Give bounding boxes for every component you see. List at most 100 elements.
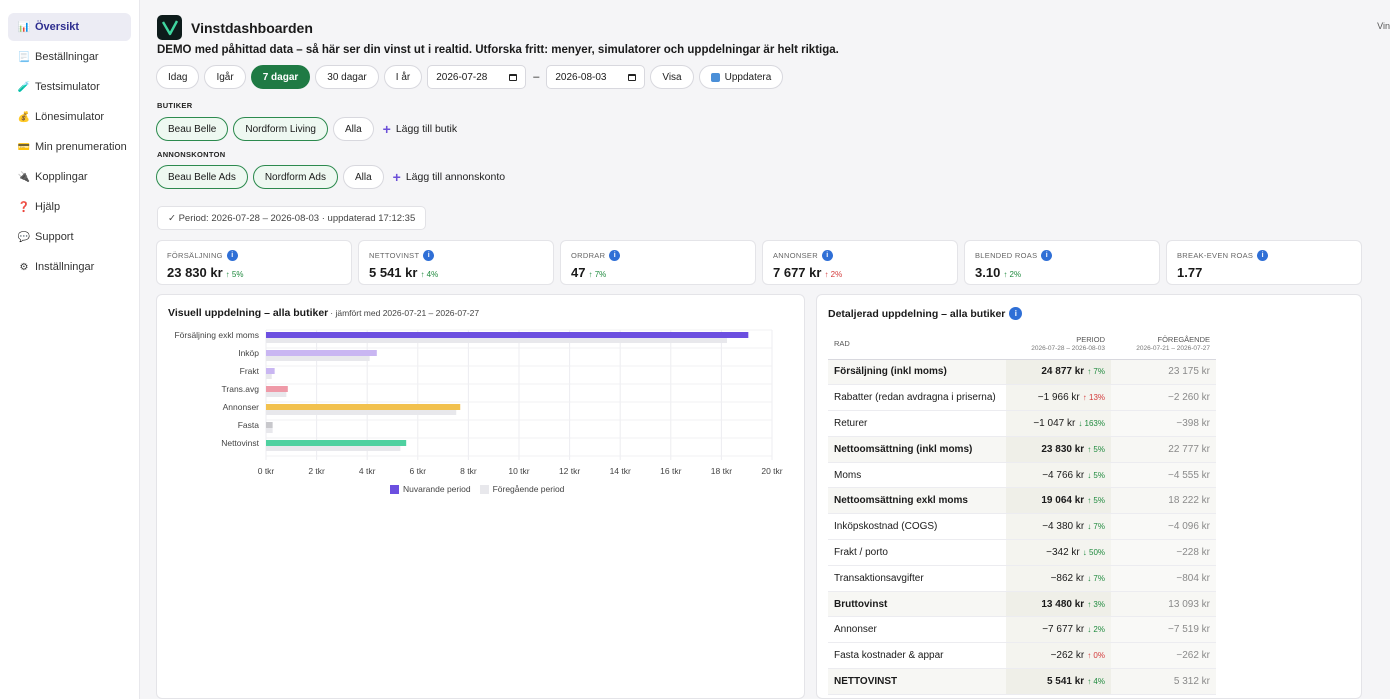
sidebar-item-installningar[interactable]: ⚙ Inställningar bbox=[8, 253, 131, 281]
chart-title: Visuell uppdelning – alla butiker bbox=[168, 307, 329, 319]
range-button-7-dagar[interactable]: 7 dagar bbox=[250, 65, 311, 89]
add-store-label: Lägg till butik bbox=[395, 123, 458, 135]
kpi-label-text: NETTOVINST bbox=[369, 251, 420, 260]
kpi-delta: ↑ 4% bbox=[420, 270, 439, 279]
kpi-label-text: BLENDED ROAS bbox=[975, 251, 1038, 260]
table-row: Returer −1 047 kr ↓ 163% −398 kr bbox=[828, 410, 1216, 437]
sidebar-item-min-prenumeration[interactable]: 💳 Min prenumeration bbox=[8, 133, 131, 161]
table-row: Nettoomsättning (inkl moms) 23 830 kr ↑ 5%… bbox=[828, 436, 1216, 463]
range-button-30-dagar[interactable]: 30 dagar bbox=[315, 65, 379, 89]
info-icon[interactable]: i bbox=[226, 250, 238, 261]
table-row: NETTOVINST 5 541 kr ↑ 4% 5 312 kr bbox=[828, 668, 1216, 695]
row-label: Frakt / porto bbox=[828, 539, 1006, 566]
info-icon[interactable]: i bbox=[609, 250, 621, 261]
bar-previous-frakt bbox=[266, 374, 272, 379]
row-delta: ↑ 5% bbox=[1087, 444, 1105, 454]
add-ad-account-label: Lägg till annonskonto bbox=[405, 171, 506, 183]
sidebar-item-support[interactable]: 💬 Support bbox=[8, 223, 131, 251]
col-header-period: PERIOD 2026-07-28 – 2026-08-03 bbox=[1006, 329, 1111, 360]
sidebar-item-oversikt[interactable]: 📊 Översikt bbox=[8, 13, 131, 41]
row-period-value: 5 541 kr ↑ 4% bbox=[1006, 668, 1111, 695]
col-period-label: PERIOD bbox=[1076, 335, 1105, 345]
y-category-label: Fasta bbox=[238, 420, 260, 430]
bar-current-annonser bbox=[266, 404, 461, 410]
row-label: Nettoomsättning exkl moms bbox=[828, 487, 1006, 515]
add-ad-account-button[interactable]: + Lägg till annonskonto bbox=[393, 169, 505, 185]
refresh-button[interactable]: Uppdatera bbox=[698, 65, 784, 89]
col-prev-label: FÖREGÅENDE bbox=[1157, 335, 1210, 345]
row-period-value: −4 766 kr ↓ 5% bbox=[1006, 462, 1111, 489]
page-title: Vinstdashboarden bbox=[191, 19, 313, 36]
store-all-chip[interactable]: Alla bbox=[332, 117, 374, 141]
row-delta: ↑ 5% bbox=[1087, 496, 1105, 506]
kpi-label-text: BREAK-EVEN ROAS bbox=[1177, 251, 1254, 260]
store-chip-nordform-living[interactable]: Nordform Living bbox=[233, 117, 328, 141]
range-button-idag[interactable]: Idag bbox=[156, 65, 200, 89]
ad-account-chip-nordform-ads[interactable]: Nordform Ads bbox=[252, 165, 338, 189]
y-category-label: Inköp bbox=[238, 348, 259, 358]
table-row: Försäljning (inkl moms) 24 877 kr ↑ 7% 23 1… bbox=[828, 359, 1216, 386]
sidebar-item-kopplingar[interactable]: 🔌 Kopplingar bbox=[8, 163, 131, 191]
legend-swatch-previous bbox=[479, 484, 489, 494]
range-button-i-ar[interactable]: I år bbox=[383, 65, 423, 89]
calendar-icon[interactable] bbox=[628, 73, 637, 81]
row-period-amount: 19 064 kr bbox=[1041, 495, 1085, 507]
row-period-amount: −1 966 kr bbox=[1037, 392, 1080, 404]
row-previous-value: 23 175 kr bbox=[1111, 359, 1216, 386]
info-icon[interactable]: i bbox=[1257, 250, 1269, 261]
row-label: Fasta kostnader & appar bbox=[828, 642, 1006, 670]
col-period-range: 2026-07-28 – 2026-08-03 bbox=[1031, 345, 1105, 353]
kpi-value-text: 5 541 kr bbox=[369, 265, 418, 280]
x-tick-label: 4 tkr bbox=[359, 466, 376, 476]
x-tick-label: 8 tkr bbox=[460, 466, 477, 476]
sidebar-item-testsimulator[interactable]: 🧪 Testsimulator bbox=[8, 73, 131, 101]
kpi-label: BLENDED ROAS i bbox=[975, 250, 1149, 261]
sidebar-item-lonesimulator[interactable]: 💰 Lönesimulator bbox=[8, 103, 131, 131]
topright-truncated-text: Vin bbox=[1377, 21, 1390, 31]
bar-current-trans-avg bbox=[266, 386, 288, 392]
range-button-igar[interactable]: Igår bbox=[204, 65, 246, 89]
info-icon[interactable]: i bbox=[821, 250, 833, 261]
ad-account-all-chip[interactable]: Alla bbox=[342, 165, 384, 189]
date-range-separator: – bbox=[533, 71, 540, 83]
testsimulator-icon: 🧪 bbox=[17, 81, 31, 93]
kpi-break-even-roas: BREAK-EVEN ROAS i 1.77 bbox=[1166, 240, 1362, 285]
support-icon: 💬 bbox=[17, 231, 31, 243]
row-previous-value: −7 519 kr bbox=[1111, 616, 1216, 644]
date-from-input[interactable]: 2026-07-28 bbox=[427, 65, 527, 89]
bar-previous-annonser bbox=[266, 410, 457, 415]
row-period-amount: −7 677 kr bbox=[1042, 624, 1085, 636]
row-period-value: −862 kr ↓ 7% bbox=[1006, 565, 1111, 592]
sidebar-item-label: Hjälp bbox=[35, 201, 61, 213]
row-previous-value: −398 kr bbox=[1111, 410, 1216, 437]
row-period-value: −1 047 kr ↓ 163% bbox=[1006, 410, 1111, 437]
sidebar-item-label: Kopplingar bbox=[35, 171, 88, 183]
row-previous-value: 5 312 kr bbox=[1111, 668, 1216, 695]
kpi-label: NETTOVINST i bbox=[369, 250, 543, 261]
col-prev-range: 2026-07-21 – 2026-07-27 bbox=[1136, 345, 1210, 353]
store-chip-beau-belle[interactable]: Beau Belle bbox=[156, 117, 229, 141]
sidebar-item-bestallningar[interactable]: 📃 Beställningar bbox=[8, 43, 131, 71]
x-tick-label: 16 tkr bbox=[660, 466, 681, 476]
row-label: Rabatter (redan avdragna i priserna) bbox=[828, 384, 1006, 412]
bar-previous-forsaljning-exkl-moms bbox=[266, 338, 728, 343]
row-period-value: 13 480 kr ↑ 3% bbox=[1006, 591, 1111, 618]
row-period-value: 24 877 kr ↑ 7% bbox=[1006, 359, 1111, 386]
row-previous-value: −804 kr bbox=[1111, 565, 1216, 592]
row-delta: ↓ 7% bbox=[1087, 573, 1105, 583]
info-icon[interactable]: i bbox=[423, 250, 435, 261]
date-to-input[interactable]: 2026-08-03 bbox=[546, 65, 646, 89]
ad-account-chip-beau-belle-ads[interactable]: Beau Belle Ads bbox=[156, 165, 248, 189]
sidebar-item-hjalp[interactable]: ❓ Hjälp bbox=[8, 193, 131, 221]
add-store-button[interactable]: + Lägg till butik bbox=[383, 121, 457, 137]
kpi-delta: ↑ 2% bbox=[824, 270, 843, 279]
min-prenumeration-icon: 💳 bbox=[17, 141, 31, 153]
bar-previous-nettovinst bbox=[266, 446, 401, 451]
table-row: Rabatter (redan avdragna i priserna) −1 9… bbox=[828, 384, 1216, 412]
calendar-icon[interactable] bbox=[509, 73, 518, 81]
info-icon[interactable]: i bbox=[1041, 250, 1053, 261]
kpi-nettovinst: NETTOVINST i 5 541 kr ↑ 4% bbox=[358, 240, 554, 285]
info-icon[interactable]: i bbox=[1009, 307, 1023, 320]
show-button[interactable]: Visa bbox=[650, 65, 694, 89]
date-to-input-value: 2026-08-03 bbox=[555, 71, 607, 83]
